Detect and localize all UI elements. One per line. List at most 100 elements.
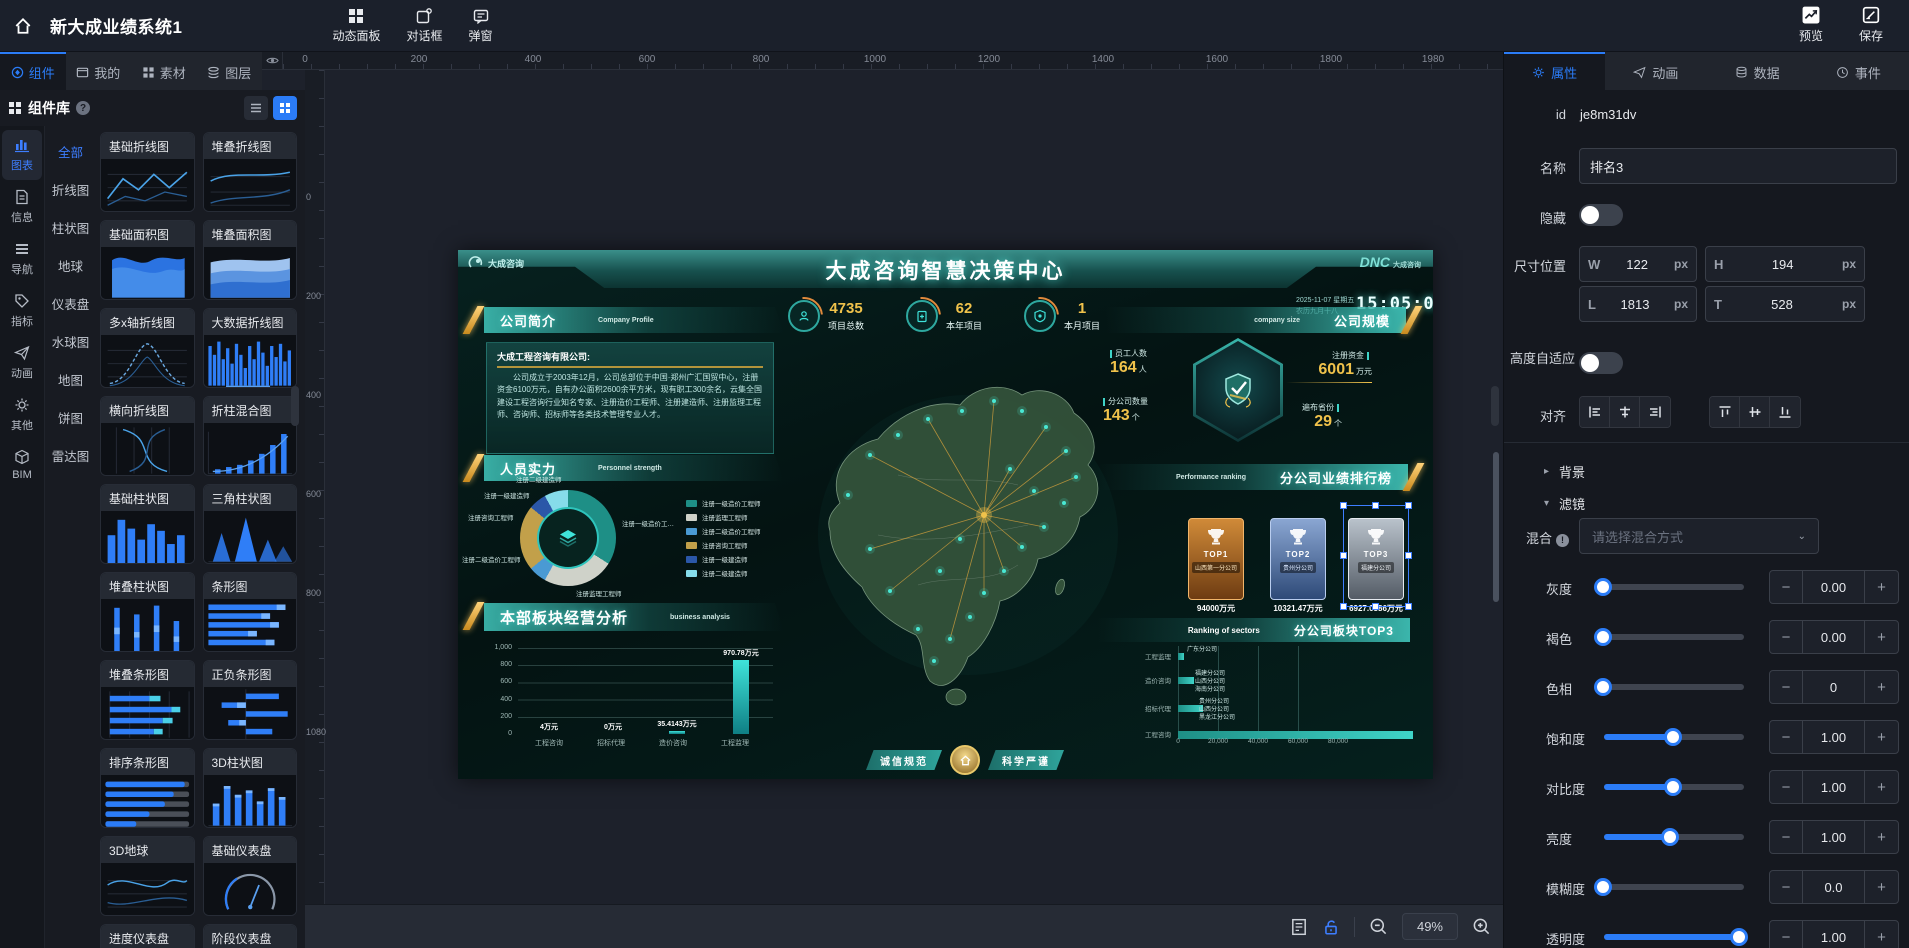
decrement-button[interactable]: − xyxy=(1770,671,1803,703)
align-top-button[interactable] xyxy=(1710,397,1740,427)
decrement-button[interactable]: − xyxy=(1770,771,1803,803)
category-all[interactable]: 全部 xyxy=(45,132,96,170)
footer-left-button[interactable]: 诚信规范 xyxy=(866,750,942,770)
category-liquid[interactable]: 水球图 xyxy=(45,322,96,360)
left-input[interactable]: L 1813 px xyxy=(1579,286,1697,322)
align-middle-button[interactable] xyxy=(1740,397,1770,427)
align-left-button[interactable] xyxy=(1580,397,1610,427)
selection-overlay[interactable] xyxy=(1344,506,1408,606)
component-card[interactable]: 基础柱状图 xyxy=(100,484,195,564)
component-card[interactable]: 进度仪表盘 xyxy=(100,924,195,948)
stat-provinces[interactable]: 遍布省份 29个 xyxy=(1302,402,1342,431)
footer-right-button[interactable]: 科学严谨 xyxy=(988,750,1064,770)
rail-item-info[interactable]: 信息 xyxy=(2,182,42,232)
save-button[interactable]: 保存 xyxy=(1859,6,1883,44)
resize-handle-s[interactable] xyxy=(1372,603,1379,610)
resize-handle-n[interactable] xyxy=(1372,502,1379,509)
slider[interactable] xyxy=(1604,784,1744,790)
slider[interactable] xyxy=(1604,684,1744,690)
zoom-level[interactable]: 49% xyxy=(1402,913,1458,940)
tab-data[interactable]: 数据 xyxy=(1707,52,1808,90)
slider[interactable] xyxy=(1604,884,1744,890)
grid-view-button[interactable] xyxy=(273,96,297,120)
component-card[interactable]: 排序条形图 xyxy=(100,748,195,828)
resize-handle-w[interactable] xyxy=(1340,552,1347,559)
category-pie[interactable]: 饼图 xyxy=(45,398,96,436)
list-view-button[interactable] xyxy=(244,96,268,120)
component-card[interactable]: 阶段仪表盘 xyxy=(203,924,298,948)
component-card[interactable]: 基础面积图 xyxy=(100,220,195,300)
component-card[interactable]: 基础仪表盘 xyxy=(203,836,298,916)
category-bar[interactable]: 柱状图 xyxy=(45,208,96,246)
slider[interactable] xyxy=(1604,934,1744,940)
increment-button[interactable]: + xyxy=(1865,871,1898,903)
right-panel-collapse-handle[interactable] xyxy=(1491,386,1499,426)
zoom-out-icon[interactable] xyxy=(1369,917,1388,936)
decrement-button[interactable]: − xyxy=(1770,871,1803,903)
component-card[interactable]: 3D柱状图 xyxy=(203,748,298,828)
increment-button[interactable]: + xyxy=(1865,921,1898,948)
stat-employees[interactable]: 员工人数 164人 xyxy=(1110,348,1147,377)
autoheight-toggle[interactable] xyxy=(1579,352,1623,374)
component-card[interactable]: 基础折线图 xyxy=(100,132,195,212)
zoom-in-icon[interactable] xyxy=(1472,917,1491,936)
company-size-banner[interactable]: company size 公司规模 xyxy=(1106,307,1406,333)
unlock-icon[interactable] xyxy=(1322,918,1340,936)
slider[interactable] xyxy=(1604,834,1744,840)
china-map[interactable] xyxy=(778,335,1118,735)
left-panel-collapse-handle[interactable] xyxy=(291,386,299,426)
component-card[interactable]: 三角柱状图 xyxy=(203,484,298,564)
top-input[interactable]: T 528 px xyxy=(1705,286,1865,322)
popup-button[interactable]: 弹窗 xyxy=(469,8,493,44)
tab-components[interactable]: 组件 xyxy=(0,52,66,90)
align-center-button[interactable] xyxy=(1610,397,1640,427)
home-button[interactable] xyxy=(0,0,46,52)
preview-button[interactable]: 预览 xyxy=(1799,6,1823,44)
company-profile-panel[interactable]: 大成工程咨询有限公司: 公司成立于2003年12月，公司总部位于中国·郑州广汇国… xyxy=(486,342,774,454)
height-input[interactable]: H 194 px xyxy=(1705,246,1865,282)
slider[interactable] xyxy=(1604,584,1744,590)
resize-handle-nw[interactable] xyxy=(1340,502,1347,509)
component-card[interactable]: 正负条形图 xyxy=(203,660,298,740)
decrement-button[interactable]: − xyxy=(1770,921,1803,948)
tab-layers[interactable]: 图层 xyxy=(197,52,263,90)
design-canvas[interactable]: 0 200 400 600 800 1080 大成咨询智慧决策中心 大成咨询 D… xyxy=(262,70,1503,948)
rail-item-indicator[interactable]: 指标 xyxy=(2,286,42,336)
component-card[interactable]: 多x轴折线图 xyxy=(100,308,195,388)
ranking-banner[interactable]: Performance ranking 分公司业绩排行榜 xyxy=(1098,464,1408,490)
increment-button[interactable]: + xyxy=(1865,821,1898,853)
category-map[interactable]: 地图 xyxy=(45,360,96,398)
top2-card[interactable]: TOP2 贵州分公司 xyxy=(1270,518,1326,600)
blend-mode-select[interactable]: 请选择混合方式 ⌄ xyxy=(1579,518,1819,554)
width-input[interactable]: W 122 px xyxy=(1579,246,1697,282)
decrement-button[interactable]: − xyxy=(1770,721,1803,753)
personnel-donut-chart[interactable] xyxy=(520,490,616,586)
toggle-guides-eye[interactable] xyxy=(262,52,283,70)
rail-item-charts[interactable]: 图表 xyxy=(2,130,42,180)
canvas-scrollbar[interactable] xyxy=(1493,452,1499,602)
category-line[interactable]: 折线图 xyxy=(45,170,96,208)
component-card[interactable]: 堆叠折线图 xyxy=(203,132,298,212)
name-input[interactable] xyxy=(1579,148,1897,184)
increment-button[interactable]: + xyxy=(1865,621,1898,653)
increment-button[interactable]: + xyxy=(1865,721,1898,753)
company-profile-banner[interactable]: 公司简介 Company Profile xyxy=(484,307,784,333)
align-right-button[interactable] xyxy=(1640,397,1670,427)
component-card[interactable]: 条形图 xyxy=(203,572,298,652)
dashboard-artboard[interactable]: 大成咨询智慧决策中心 大成咨询 DNC大成咨询 2025-11-07 星期五 农… xyxy=(458,250,1433,779)
category-globe[interactable]: 地球 xyxy=(45,246,96,284)
dynamic-panel-button[interactable]: 动态面板 xyxy=(332,8,380,44)
decrement-button[interactable]: − xyxy=(1770,571,1803,603)
hide-toggle[interactable] xyxy=(1579,204,1623,226)
tab-mine[interactable]: 我的 xyxy=(66,52,132,90)
component-card[interactable]: 3D地球 xyxy=(100,836,195,916)
slider[interactable] xyxy=(1604,734,1744,740)
slider[interactable] xyxy=(1604,634,1744,640)
layer-list-icon[interactable] xyxy=(1290,918,1308,936)
resize-handle-sw[interactable] xyxy=(1340,603,1347,610)
rail-item-nav[interactable]: 导航 xyxy=(2,234,42,284)
background-section-header[interactable]: ▸ 背景 xyxy=(1544,462,1585,481)
component-card[interactable]: 大数据折线图 xyxy=(203,308,298,388)
component-card[interactable]: 堆叠面积图 xyxy=(203,220,298,300)
decrement-button[interactable]: − xyxy=(1770,821,1803,853)
